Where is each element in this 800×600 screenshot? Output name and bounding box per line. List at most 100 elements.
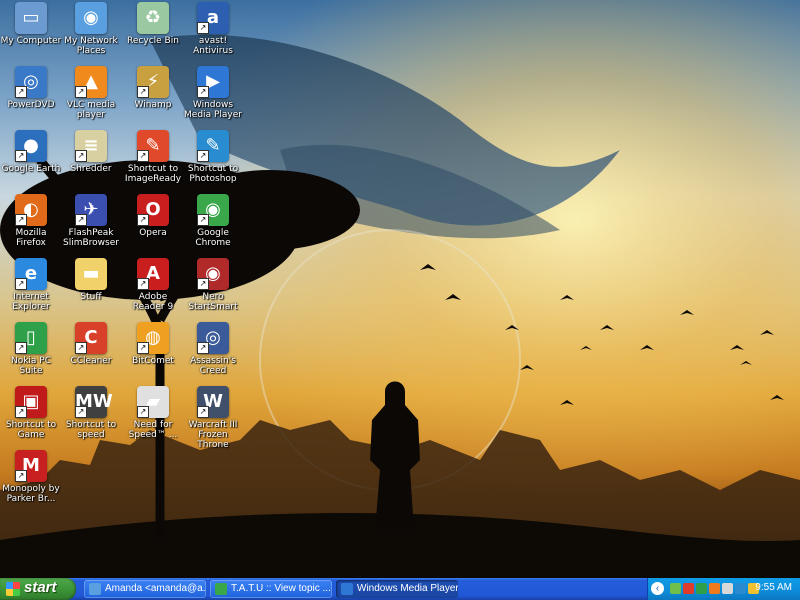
nero-tray-icon[interactable] bbox=[696, 583, 707, 594]
shortcut-arrow-icon: ↗ bbox=[197, 150, 209, 162]
network-places-icon: ◉ bbox=[75, 2, 107, 34]
speed-icon: MW ↗ bbox=[75, 386, 113, 418]
desktop-icon-bitcomet[interactable]: ◍ ↗ BitComet bbox=[122, 320, 184, 384]
desktop-icon-label: Adobe Reader 9 bbox=[132, 292, 174, 312]
desktop-icon-recycle-bin[interactable]: ♻ Recycle Bin bbox=[122, 0, 184, 64]
shredder-icon: ≡ ↗ bbox=[75, 130, 107, 162]
desktop-icon-label: Assassin's Creed bbox=[190, 356, 236, 376]
network-tray-icon[interactable] bbox=[670, 583, 681, 594]
shortcut-arrow-icon: ↗ bbox=[137, 86, 149, 98]
desktop-icon-label: FlashPeak SlimBrowser bbox=[63, 228, 119, 248]
desktop-icon-warcraft[interactable]: W ↗ Warcraft III Frozen Throne bbox=[182, 384, 244, 450]
desktop-icon-game[interactable]: ▣ ↗ Shortcut to Game bbox=[0, 384, 62, 448]
desktop-icon-label: BitComet bbox=[132, 356, 174, 366]
icon-symbol: ▭ bbox=[22, 7, 40, 28]
shortcut-arrow-icon: ↗ bbox=[137, 214, 149, 226]
shortcut-arrow-icon: ↗ bbox=[15, 150, 27, 162]
shortcut-arrow-icon: ↗ bbox=[75, 406, 87, 418]
warcraft-icon: W ↗ bbox=[197, 386, 229, 418]
desktop-icon-nokia[interactable]: ▯ ↗ Nokia PC Suite bbox=[0, 320, 62, 384]
system-tray: ‹ 9:55 AM bbox=[647, 578, 800, 600]
shortcut-arrow-icon: ↗ bbox=[197, 22, 209, 34]
nero-icon: ◉ ↗ bbox=[197, 258, 229, 290]
shortcut-arrow-icon: ↗ bbox=[15, 470, 27, 482]
photoshop-icon: ✎ ↗ bbox=[197, 130, 229, 162]
desktop-icon-folder[interactable]: ▬ Stuff bbox=[60, 256, 122, 320]
desktop-icon-label: My Computer bbox=[0, 36, 62, 46]
media-player-icon bbox=[341, 583, 353, 595]
desktop-icon-avast[interactable]: a ↗ avast! Antivirus bbox=[182, 0, 244, 64]
game-icon: ▣ ↗ bbox=[15, 386, 47, 418]
desktop-icon-label: avast! Antivirus bbox=[193, 36, 233, 56]
desktop-icon-label: CCleaner bbox=[70, 356, 112, 366]
shortcut-arrow-icon: ↗ bbox=[75, 150, 87, 162]
desktop-icon-label: PowerDVD bbox=[7, 100, 55, 110]
shortcut-arrow-icon: ↗ bbox=[15, 214, 27, 226]
chrome-icon bbox=[215, 583, 227, 595]
shortcut-arrow-icon: ↗ bbox=[137, 342, 149, 354]
update-tray-icon[interactable] bbox=[735, 583, 746, 594]
avast-icon: a ↗ bbox=[197, 2, 229, 34]
desktop-icon-speed[interactable]: MW ↗ Shortcut to speed bbox=[60, 384, 122, 448]
bitcomet-icon: ◍ ↗ bbox=[137, 322, 169, 354]
shortcut-arrow-icon: ↗ bbox=[197, 214, 209, 226]
desktop-icon-need-for-speed[interactable]: ▰ ↗ Need for Speed™ ... bbox=[122, 384, 184, 448]
desktop-icon-winamp[interactable]: ⚡ ↗ Winamp bbox=[122, 64, 184, 128]
desktop-icon-slimbrowser[interactable]: ✈ ↗ FlashPeak SlimBrowser bbox=[60, 192, 122, 256]
desktop-icon-network-places[interactable]: ◉ My Network Places bbox=[60, 0, 122, 64]
task-label: T.A.T.U :: View topic ... bbox=[231, 583, 331, 594]
desktop-icon-shredder[interactable]: ≡ ↗ Shredder bbox=[60, 128, 122, 192]
taskbar-button-chrome[interactable]: T.A.T.U :: View topic ... bbox=[210, 580, 332, 598]
icon-symbol: ▬ bbox=[82, 263, 100, 284]
desktop-icon-photoshop[interactable]: ✎ ↗ Shortcut to Photoshop bbox=[182, 128, 244, 192]
desktop-icon-chrome[interactable]: ◉ ↗ Google Chrome bbox=[182, 192, 244, 256]
desktop-icon-firefox[interactable]: ◐ ↗ Mozilla Firefox bbox=[0, 192, 62, 256]
start-button[interactable]: start bbox=[0, 578, 76, 600]
security-tray-icon[interactable] bbox=[683, 583, 694, 594]
desktop-icon-nero[interactable]: ◉ ↗ Nero StartSmart bbox=[182, 256, 244, 320]
shortcut-arrow-icon: ↗ bbox=[15, 342, 27, 354]
desktop-icon-monopoly[interactable]: M ↗ Monopoly by Parker Br... bbox=[0, 448, 62, 512]
shortcut-arrow-icon: ↗ bbox=[197, 406, 209, 418]
ccleaner-icon: C ↗ bbox=[75, 322, 107, 354]
desktop-icon-opera[interactable]: O ↗ Opera bbox=[122, 192, 184, 256]
slimbrowser-icon: ✈ ↗ bbox=[75, 194, 107, 226]
imageready-icon: ✎ ↗ bbox=[137, 130, 169, 162]
desktop-icon-my-computer[interactable]: ▭ My Computer bbox=[0, 0, 62, 64]
shortcut-arrow-icon: ↗ bbox=[75, 214, 87, 226]
desktop-icon-assassins-creed[interactable]: ◎ ↗ Assassin's Creed bbox=[182, 320, 244, 384]
taskbar: start Amanda <amanda@a... T.A.T.U :: Vie… bbox=[0, 578, 800, 600]
desktop-icon-label: Shortcut to Game bbox=[5, 420, 57, 440]
desktop-icon-ccleaner[interactable]: C ↗ CCleaner bbox=[60, 320, 122, 384]
task-label: Windows Media Player bbox=[357, 583, 458, 594]
start-label: start bbox=[24, 579, 57, 596]
desktop-icon-adobe-reader[interactable]: A ↗ Adobe Reader 9 bbox=[122, 256, 184, 320]
volume-tray-icon[interactable] bbox=[722, 583, 733, 594]
windows-flag-icon bbox=[6, 582, 20, 596]
desktop-icon-google-earth[interactable]: ● ↗ Google Earth bbox=[0, 128, 62, 192]
task-label: Amanda <amanda@a... bbox=[105, 583, 206, 594]
winamp-icon: ⚡ ↗ bbox=[137, 66, 169, 98]
show-hidden-icons-chevron-icon[interactable]: ‹ bbox=[651, 582, 664, 595]
assassins-creed-icon: ◎ ↗ bbox=[197, 322, 229, 354]
desktop-icon-media-player[interactable]: ▶ ↗ Windows Media Player bbox=[182, 64, 244, 128]
taskbar-button-media-player[interactable]: Windows Media Player bbox=[336, 580, 458, 598]
desktop-icon-label: Shortcut to ImageReady bbox=[124, 164, 182, 184]
desktop[interactable]: ▭ My Computer ◉ My Network Places ♻ Recycle B… bbox=[0, 0, 800, 578]
vlc-icon: ▲ ↗ bbox=[75, 66, 107, 98]
shortcut-arrow-icon: ↗ bbox=[137, 406, 149, 418]
desktop-icon-label: Mozilla Firefox bbox=[15, 228, 47, 248]
opera-icon: O ↗ bbox=[137, 194, 169, 226]
desktop-icon-internet-explorer[interactable]: e ↗ Internet Explorer bbox=[0, 256, 62, 320]
desktop-icon-label: Internet Explorer bbox=[12, 292, 50, 312]
desktop-icon-label: Recycle Bin bbox=[127, 36, 179, 46]
antivirus-tray-icon[interactable] bbox=[709, 583, 720, 594]
desktop-icon-imageready[interactable]: ✎ ↗ Shortcut to ImageReady bbox=[122, 128, 184, 192]
desktop-icon-label: Need for Speed™ ... bbox=[128, 420, 178, 440]
desktop-icon-label: Shortcut to Photoshop bbox=[187, 164, 239, 184]
desktop-icon-label: Shredder bbox=[70, 164, 112, 174]
desktop-icon-powerdvd[interactable]: ◎ ↗ PowerDVD bbox=[0, 64, 62, 128]
taskbar-button-mail[interactable]: Amanda <amanda@a... bbox=[84, 580, 206, 598]
desktop-icon-vlc[interactable]: ▲ ↗ VLC media player bbox=[60, 64, 122, 128]
desktop-icon-label: VLC media player bbox=[66, 100, 116, 120]
